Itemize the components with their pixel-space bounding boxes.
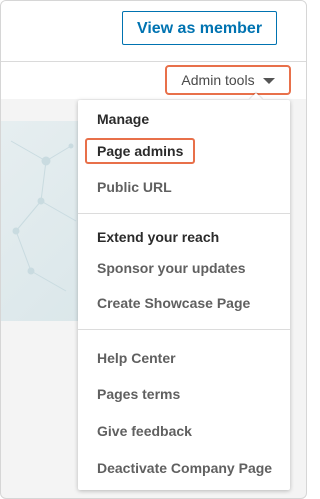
menu-item-page-admins[interactable]: Page admins (97, 143, 183, 159)
menu-divider (78, 213, 290, 214)
admin-tools-label: Admin tools (181, 72, 255, 88)
caret-down-icon (262, 78, 275, 84)
menu-heading-manage: Manage (97, 111, 150, 127)
menu-item-create-showcase-page[interactable]: Create Showcase Page (97, 295, 250, 311)
menu-item-help-center[interactable]: Help Center (97, 350, 176, 366)
menu-divider (78, 329, 290, 330)
cover-image (1, 121, 81, 321)
network-pattern-graphic (10, 140, 77, 292)
admin-tools-dropdown-button[interactable]: Admin tools (165, 65, 291, 95)
menu-item-deactivate-company-page[interactable]: Deactivate Company Page (97, 460, 272, 476)
top-bar: View as member (1, 1, 306, 62)
view-as-member-button[interactable]: View as member (122, 11, 277, 45)
menu-item-pages-terms[interactable]: Pages terms (97, 386, 180, 402)
menu-heading-extend-reach: Extend your reach (97, 229, 220, 245)
menu-item-public-url[interactable]: Public URL (97, 179, 172, 195)
menu-item-give-feedback[interactable]: Give feedback (97, 423, 192, 439)
menu-item-sponsor-updates[interactable]: Sponsor your updates (97, 260, 246, 276)
page-frame: View as member Admin tools Manage Page a… (0, 0, 307, 499)
